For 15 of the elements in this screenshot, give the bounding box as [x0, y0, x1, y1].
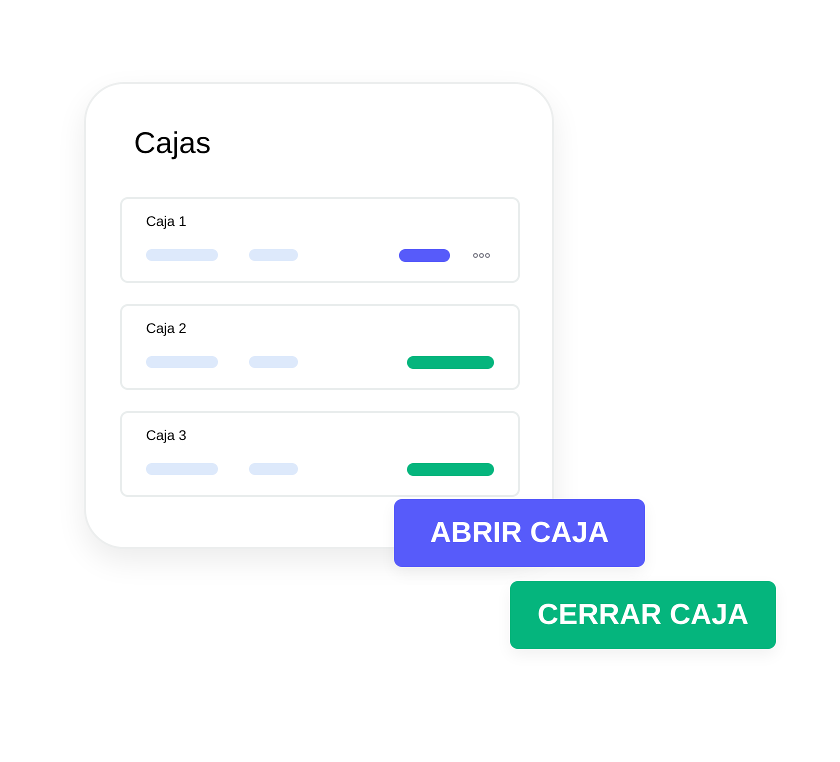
placeholder-bar: [146, 356, 218, 368]
placeholder-bar: [249, 356, 298, 368]
action-button[interactable]: ABRIR CAJA: [394, 499, 645, 567]
placeholder-bar: [249, 463, 298, 475]
row-label: Caja 3: [146, 426, 186, 445]
list-row[interactable]: Caja 3: [120, 411, 520, 497]
list-row[interactable]: Caja 1: [120, 197, 520, 283]
row-label: Caja 2: [146, 319, 186, 338]
row-label: Caja 1: [146, 212, 186, 231]
placeholder-bar: [146, 463, 218, 475]
list-row[interactable]: Caja 2: [120, 304, 520, 390]
placeholder-bar: [249, 249, 298, 261]
panel-title: Cajas: [134, 126, 211, 162]
placeholder-bar: [146, 249, 218, 261]
more-options-icon[interactable]: [473, 252, 490, 258]
